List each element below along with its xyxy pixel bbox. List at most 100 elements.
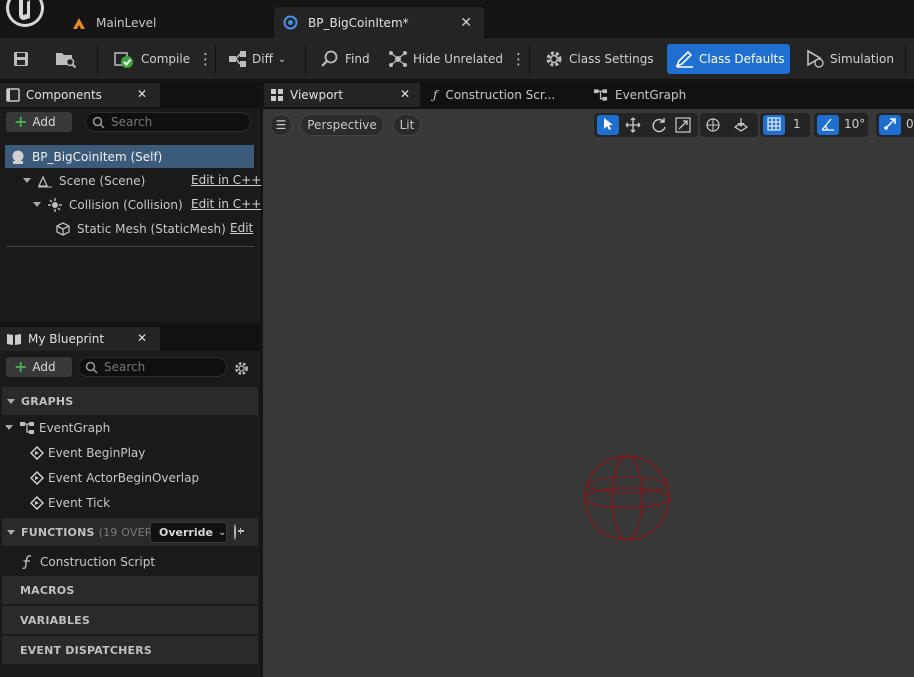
lit-button[interactable]: Lit [393, 114, 421, 136]
perspective-label: Perspective [307, 118, 377, 132]
translate-tool-button[interactable] [625, 117, 643, 133]
scale-snap-value[interactable]: 0 [906, 117, 914, 131]
find-button[interactable]: Find [320, 45, 375, 73]
expand-arrow-icon[interactable] [23, 178, 31, 183]
simulation-button[interactable]: Simulation [805, 45, 894, 73]
edit-link[interactable]: Edit [230, 221, 253, 235]
save-button[interactable] [12, 45, 34, 73]
class-defaults-button[interactable]: Class Defaults [667, 44, 790, 74]
component-row-collision[interactable]: Collision (Collision) Edit in C++ [30, 192, 261, 217]
search-icon [92, 116, 105, 129]
event-dispatchers-section-header[interactable]: EVENT DISPATCHERS [2, 636, 399, 664]
event-label: Event Tick [48, 495, 111, 510]
expand-arrow-icon[interactable] [5, 425, 13, 430]
tab-blueprint[interactable]: BP_BigCoinItem* ✕ [274, 7, 484, 38]
rotate-tool-button[interactable] [651, 117, 669, 133]
perspective-button[interactable]: Perspective [300, 114, 384, 136]
event-graph-tab[interactable]: EventGraph [586, 83, 706, 107]
compile-check-icon [114, 49, 136, 69]
viewport[interactable] [263, 109, 914, 677]
construction-script-tab[interactable]: ƒ Construction Scr... [425, 83, 585, 107]
my-blueprint-search-input[interactable]: Search [78, 357, 227, 377]
expand-arrow-icon[interactable] [33, 202, 41, 207]
class-settings-button[interactable]: Class Settings [544, 45, 656, 73]
event-item-begin-play[interactable]: Event BeginPlay [30, 440, 258, 465]
grid-snap-value[interactable]: 1 [793, 117, 801, 131]
function-icon [20, 554, 36, 570]
my-blueprint-panel-tab[interactable]: My Blueprint ✕ [0, 327, 160, 351]
construction-script-label: Construction Script [40, 554, 156, 569]
surface-snap-icon [733, 118, 749, 136]
cursor-icon [602, 117, 614, 134]
variables-section-header[interactable]: VARIABLES [2, 606, 336, 634]
components-title: Components [26, 88, 102, 102]
add-function-icon[interactable] [234, 524, 236, 540]
add-component-button[interactable]: + Add [6, 112, 72, 132]
level-icon [72, 16, 86, 30]
functions-header: FUNCTIONS [21, 525, 95, 539]
tab-main-level[interactable]: MainLevel [62, 7, 272, 38]
component-self-row[interactable]: BP_BigCoinItem (Self) [5, 145, 254, 168]
scale-tool-button[interactable] [675, 117, 693, 133]
class-settings-label: Class Settings [569, 52, 654, 66]
scale-snap-toggle[interactable] [879, 115, 901, 135]
viewport-tab[interactable]: Viewport ✕ [264, 83, 420, 107]
scene-icon [37, 174, 53, 188]
more-options-icon: ⋮ [198, 49, 213, 68]
construction-script-item[interactable]: Construction Script [20, 549, 258, 574]
find-label: Find [345, 52, 370, 66]
close-icon[interactable]: ✕ [400, 87, 410, 101]
override-dropdown[interactable]: Override ⌄ [150, 522, 227, 543]
event-icon [30, 495, 44, 510]
viewport-menu-button[interactable]: ☰ [270, 114, 292, 136]
world-local-button[interactable] [705, 117, 723, 133]
edit-in-cpp-link[interactable]: Edit in C++ [191, 197, 261, 211]
components-panel-tab[interactable]: Components ✕ [0, 83, 160, 107]
toolbar-separator [97, 44, 98, 74]
close-icon[interactable]: ✕ [137, 87, 147, 101]
event-label: Event BeginPlay [48, 445, 146, 460]
settings-button[interactable] [233, 360, 251, 376]
macros-section-header[interactable]: MACROS [2, 576, 321, 604]
component-label: Scene (Scene) [59, 173, 146, 188]
search-placeholder: Search [111, 115, 153, 129]
book-icon [6, 332, 22, 346]
browse-button[interactable] [55, 45, 79, 73]
close-icon[interactable]: ✕ [460, 15, 472, 31]
viewport-icon [270, 88, 284, 102]
event-item-actor-begin-overlap[interactable]: Event ActorBeginOverlap [30, 465, 258, 490]
event-graph-item[interactable]: EventGraph [2, 415, 258, 440]
add-member-button[interactable]: + Add [6, 357, 72, 377]
simulation-icon [805, 49, 825, 69]
graphs-section-header[interactable]: GRAPHS [2, 387, 320, 415]
macros-header: MACROS [20, 583, 75, 597]
rotate-icon [651, 118, 667, 136]
grid-snap-toggle[interactable] [763, 115, 785, 135]
unreal-logo-icon[interactable] [3, 0, 47, 34]
component-row-scene[interactable]: Scene (Scene) Edit in C++ [20, 168, 261, 193]
simulation-label: Simulation [830, 52, 894, 66]
hide-unrelated-button[interactable]: Hide Unrelated [388, 45, 503, 73]
toolbar-separator [305, 44, 306, 74]
hide-unrelated-icon [388, 50, 408, 68]
close-icon[interactable]: ✕ [137, 331, 147, 345]
surface-snap-button[interactable] [733, 117, 751, 133]
rotation-snap-value[interactable]: 10° [844, 117, 865, 131]
class-defaults-label: Class Defaults [699, 52, 785, 66]
gear-icon [233, 360, 250, 377]
components-search-input[interactable]: Search [85, 112, 251, 132]
blueprint-icon [283, 15, 298, 30]
diff-button[interactable]: Diff ⌄ [228, 45, 288, 73]
rotation-snap-toggle[interactable] [817, 115, 839, 135]
compile-button[interactable]: Compile [114, 45, 194, 73]
select-tool-button[interactable] [597, 115, 619, 135]
event-item-tick[interactable]: Event Tick [30, 490, 258, 515]
components-icon [6, 88, 20, 102]
collapse-arrow-icon [7, 529, 15, 535]
toolbar-separator [215, 44, 216, 74]
hide-unrelated-options-button[interactable]: ⋮ [511, 45, 526, 73]
toolbar-separator [905, 44, 906, 74]
compile-options-button[interactable]: ⋮ [198, 45, 213, 73]
edit-in-cpp-link[interactable]: Edit in C++ [191, 173, 261, 187]
component-row-static-mesh[interactable]: Static Mesh (StaticMesh) Edit [55, 216, 255, 241]
